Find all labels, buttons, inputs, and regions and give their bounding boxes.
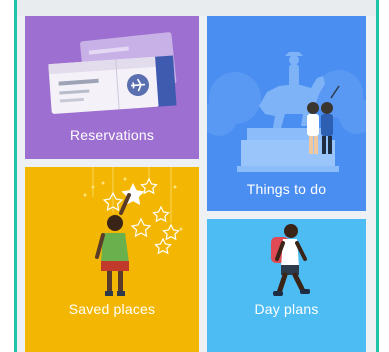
day-plans-tile[interactable]: Day plans [207, 219, 366, 352]
top-shadow [17, 0, 376, 16]
left-edge-strip [0, 0, 17, 352]
things-to-do-tile[interactable]: Things to do [207, 16, 366, 211]
things-to-do-label: Things to do [246, 181, 327, 197]
reservations-tile[interactable]: Reservations [25, 16, 199, 159]
star-reach-icon [83, 167, 183, 296]
reservations-label: Reservations [69, 127, 155, 143]
right-edge-strip [376, 0, 389, 352]
saved-places-tile[interactable]: Saved places [25, 167, 199, 352]
day-plans-label: Day plans [254, 301, 319, 317]
saved-places-label: Saved places [68, 301, 156, 317]
hiker-icon [271, 224, 310, 296]
